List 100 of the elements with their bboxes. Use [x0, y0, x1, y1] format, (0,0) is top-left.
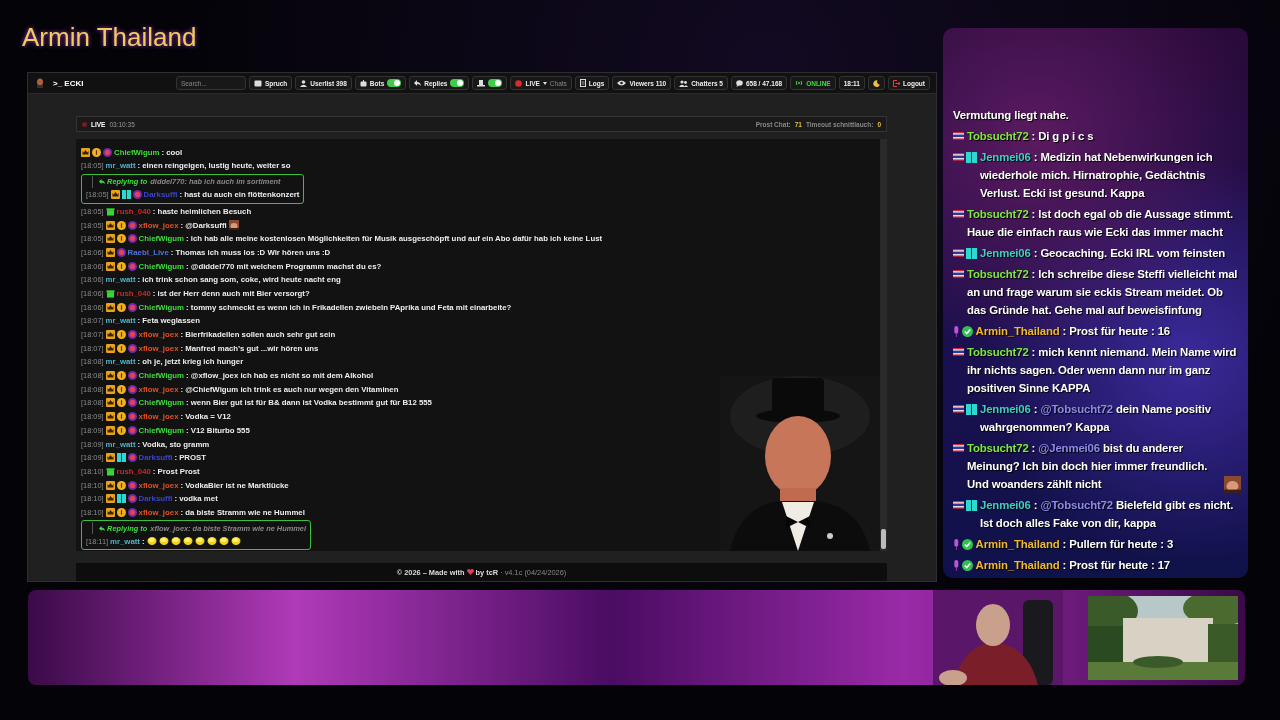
document-icon	[579, 79, 586, 87]
toggle-switch[interactable]	[450, 79, 465, 87]
flag-icon	[953, 153, 964, 161]
coin-icon	[116, 425, 126, 435]
emote-icon	[182, 536, 193, 547]
coin-icon	[116, 398, 126, 408]
crown-icon	[110, 190, 120, 200]
crown-icon	[105, 343, 115, 353]
users-icon	[679, 79, 689, 87]
flag-icon	[953, 501, 964, 509]
coin-icon	[116, 343, 126, 353]
check-icon	[961, 538, 973, 550]
tile-icon	[966, 151, 977, 163]
stream-title: Armin Thailand	[21, 21, 197, 54]
crown-icon	[105, 261, 115, 271]
emote-icon	[230, 536, 241, 547]
chat-message: Jenmei06 : Geocaching. Ecki IRL vom feinsten	[980, 246, 1227, 261]
theme-button[interactable]	[867, 76, 885, 90]
chat-message: Armin_Thailand : Prost für heute : 17	[975, 558, 1172, 573]
emote-icon	[218, 536, 229, 547]
chat-message: Tobsucht72 : @Jenmei06 bist du anderer Meinung? Ich bin doch hier immer freundlich. Und woanders zählt nicht	[967, 441, 1209, 492]
tile-icon	[116, 494, 126, 504]
coin-icon	[116, 507, 126, 517]
chat-message: Tobsucht72 : Di g p i c s	[967, 129, 1095, 144]
crown-icon	[105, 507, 115, 517]
chat-bubble-icon	[735, 79, 743, 87]
app-brand: >_ ECKI	[53, 78, 84, 88]
crown-icon	[105, 220, 115, 230]
chat-message: Jenmei06 : @Tobsucht72 Bielefeld gibt es nicht. Ist doch alles Fake von dir, kappa	[980, 498, 1235, 531]
robot-icon	[359, 79, 367, 87]
microphone-icon	[953, 325, 960, 337]
crown-icon	[105, 398, 115, 408]
reply-icon	[414, 80, 422, 86]
crown-icon	[105, 412, 115, 422]
flag-icon	[953, 132, 964, 140]
coin-icon	[116, 220, 126, 230]
gift-icon	[105, 206, 115, 216]
scrollbar[interactable]	[880, 139, 887, 551]
coin-icon	[116, 412, 126, 422]
emote-icon	[146, 536, 157, 547]
live-dot	[82, 121, 87, 127]
crown-icon	[105, 494, 115, 504]
emote-icon	[206, 536, 217, 547]
chat-message: Armin_Thailand : Pullern für heute : 3	[975, 537, 1175, 552]
caret-icon	[542, 81, 547, 85]
flag-icon	[953, 405, 964, 413]
crown-icon	[105, 247, 115, 257]
crown-icon	[105, 384, 115, 394]
coin-icon	[116, 371, 126, 381]
tile-icon	[121, 190, 131, 200]
star-icon	[132, 190, 142, 200]
flag-icon	[953, 348, 964, 356]
chat-message: Vermutung liegt nahe.	[953, 108, 1070, 123]
crown-icon	[105, 234, 115, 244]
logout-icon	[892, 79, 900, 87]
flag-icon	[953, 249, 964, 257]
user-icon	[300, 79, 308, 87]
avatar-icon	[36, 78, 44, 88]
crown-icon	[105, 371, 115, 381]
coin-icon	[116, 234, 126, 244]
eye-icon	[617, 80, 627, 86]
microphone-icon	[953, 538, 960, 550]
star-icon	[127, 453, 137, 463]
coin-icon	[116, 261, 126, 271]
signal-icon	[795, 80, 804, 86]
toggle-button[interactable]	[472, 76, 508, 90]
coin-icon	[92, 147, 101, 157]
chat-message: Tobsucht72 : Ich schreibe diese Steffi vielleicht mal an und frage warum sie eckis Stream meidet. Ob das Gründe hat. Gehe mal auf beweisfinfung	[967, 267, 1239, 318]
emote-icon	[1224, 476, 1241, 493]
coin-icon	[116, 480, 126, 490]
crown-icon	[81, 147, 90, 157]
microphone-icon	[953, 559, 960, 571]
tile-icon	[966, 499, 977, 511]
check-icon	[961, 559, 973, 571]
crown-icon	[105, 480, 115, 490]
chat-message: Tobsucht72 : Ist doch egal ob die Aussage stimmt. Haue die einfach raus wie Ecki das immer macht	[967, 207, 1235, 240]
crown-icon	[105, 425, 115, 435]
toggle-switch[interactable]	[387, 79, 402, 87]
toggle-switch[interactable]	[488, 79, 503, 87]
tile-icon	[116, 453, 126, 463]
emote-icon	[228, 220, 239, 231]
crown-icon	[105, 330, 115, 340]
star-icon	[103, 147, 112, 157]
star-icon	[127, 302, 137, 312]
flag-icon	[953, 444, 964, 452]
tile-icon	[966, 403, 977, 415]
reply-icon	[99, 179, 105, 185]
flag-icon	[953, 270, 964, 278]
gift-icon	[105, 288, 115, 298]
hat-icon	[477, 79, 486, 87]
coin-icon	[116, 330, 126, 340]
coin-icon	[116, 384, 126, 394]
flag-icon	[953, 210, 964, 218]
chat-message: Jenmei06 : Medizin hat Nebenwirkungen ich wiederhole mich. Hirnatrophie, Gedächtnis Verlust. Ecki ist gesund. Kappa	[980, 150, 1214, 201]
chat-message: Armin_Thailand : Prost für heute : 16	[975, 324, 1172, 339]
crown-icon	[105, 302, 115, 312]
emote-icon	[158, 536, 169, 547]
reply-icon	[99, 525, 105, 531]
gift-icon	[105, 466, 115, 476]
crown-icon	[105, 453, 115, 463]
